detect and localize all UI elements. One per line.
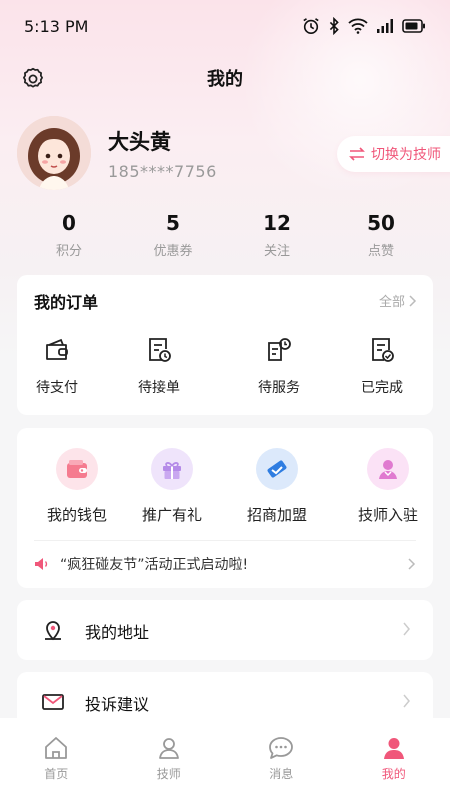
order-label: 已完成 — [361, 380, 403, 396]
announcement-text: “疯狂碰友节”活动正式启动啦! — [60, 557, 249, 573]
tool-promotion[interactable]: 推广有礼 — [127, 448, 217, 525]
bottom-nav: 首页 技师 消息 我的 — [0, 718, 450, 800]
phone-number: 185****7756 — [108, 162, 217, 181]
order-label: 待服务 — [258, 380, 300, 396]
technician-icon — [379, 460, 397, 479]
stat-label: 关注 — [263, 244, 290, 259]
tool-icon-bg — [151, 448, 193, 490]
wallet-icon — [46, 338, 68, 360]
order-pending-payment[interactable]: 待支付 — [17, 335, 97, 397]
menu-row-address[interactable]: 我的地址 — [17, 600, 433, 660]
nav-home[interactable]: 首页 — [0, 718, 113, 800]
menu-label: 我的地址 — [85, 623, 150, 642]
location-icon — [45, 621, 61, 641]
status-bar: 5:13 PM — [0, 0, 450, 52]
status-icons — [302, 17, 426, 35]
order-pending-accept[interactable]: 待接单 — [119, 335, 199, 397]
wallet-icon — [67, 460, 87, 478]
tool-label: 推广有礼 — [141, 506, 202, 524]
tool-icon-bg — [367, 448, 409, 490]
chevron-right-icon — [403, 694, 410, 708]
pending-order-icon — [149, 338, 171, 362]
tool-franchise[interactable]: 招商加盟 — [232, 448, 322, 525]
nav-mine[interactable]: 我的 — [338, 718, 450, 800]
order-label: 待接单 — [138, 380, 180, 396]
chevron-right-icon — [409, 294, 417, 307]
stat-likes[interactable]: 50 点赞 — [329, 210, 433, 260]
home-icon — [45, 737, 68, 759]
divider — [34, 540, 416, 541]
switch-label: 切换为技师 — [371, 147, 441, 163]
mail-icon — [42, 694, 64, 710]
order-completed[interactable]: 已完成 — [342, 335, 422, 397]
nav-label: 技师 — [156, 767, 181, 781]
nav-label: 首页 — [44, 767, 69, 781]
order-pending-service[interactable]: 待服务 — [239, 335, 319, 397]
tool-icon-bg — [256, 448, 298, 490]
completed-order-icon — [372, 338, 394, 362]
stat-coupons[interactable]: 5 优惠券 — [121, 210, 225, 260]
stat-label: 点赞 — [367, 244, 394, 259]
message-icon — [269, 737, 294, 759]
menu-label: 投诉建议 — [85, 695, 150, 714]
handshake-icon — [267, 460, 287, 478]
chevron-right-icon — [403, 622, 410, 636]
avatar[interactable] — [17, 116, 91, 190]
battery-icon — [402, 19, 425, 33]
tool-label: 招商加盟 — [246, 506, 307, 524]
stat-value: 50 — [367, 211, 395, 235]
speaker-icon — [35, 558, 48, 570]
settings-button[interactable] — [20, 66, 46, 92]
tool-technician-join[interactable]: 技师入驻 — [343, 448, 433, 525]
stat-points[interactable]: 0 积分 — [17, 210, 121, 260]
gear-icon — [23, 67, 43, 88]
stat-value: 0 — [62, 211, 76, 235]
tool-label: 我的钱包 — [46, 506, 107, 524]
nav-messages[interactable]: 消息 — [225, 718, 338, 800]
signal-icon — [377, 19, 393, 33]
technician-icon — [158, 738, 179, 759]
stat-label: 优惠券 — [153, 244, 193, 259]
stats-row: 0 积分 5 优惠券 12 关注 50 点赞 — [17, 210, 433, 260]
stat-value: 12 — [263, 211, 291, 235]
all-orders-link[interactable]: 全部 — [379, 291, 417, 310]
nav-technician[interactable]: 技师 — [113, 718, 226, 800]
tool-label: 技师入驻 — [357, 506, 418, 524]
alarm-icon — [303, 18, 319, 35]
all-orders-label: 全部 — [378, 295, 405, 310]
stat-value: 5 — [166, 211, 180, 235]
stat-following[interactable]: 12 关注 — [225, 210, 329, 260]
avatar-illustration — [17, 116, 91, 190]
chevron-right-icon — [408, 558, 416, 570]
switch-to-technician-button[interactable]: 切换为技师 — [337, 136, 450, 172]
service-schedule-icon — [268, 338, 291, 361]
bluetooth-icon — [329, 17, 339, 35]
user-icon — [383, 738, 404, 759]
tool-icon-bg — [56, 448, 98, 490]
nav-label: 我的 — [381, 767, 406, 781]
page-title: 我的 — [207, 69, 243, 90]
wifi-icon — [348, 18, 368, 34]
gift-icon — [163, 462, 181, 479]
announcement-bar[interactable]: “疯狂碰友节”活动正式启动啦! — [34, 552, 416, 576]
stat-label: 积分 — [55, 244, 82, 259]
username: 大头黄 — [108, 130, 171, 154]
orders-card: 我的订单 全部 待支付 待接单 待服务 已完成 — [17, 275, 433, 415]
tool-my-wallet[interactable]: 我的钱包 — [32, 448, 122, 525]
status-time: 5:13 PM — [24, 16, 89, 36]
orders-title: 我的订单 — [34, 293, 99, 312]
services-card: 我的钱包 推广有礼 招商加盟 技师入驻 “疯狂碰友节”活动正式启动啦! — [17, 428, 433, 588]
switch-icon — [349, 147, 365, 161]
nav-label: 消息 — [269, 767, 294, 781]
page-header: 我的 — [0, 58, 450, 98]
order-label: 待支付 — [36, 380, 78, 396]
